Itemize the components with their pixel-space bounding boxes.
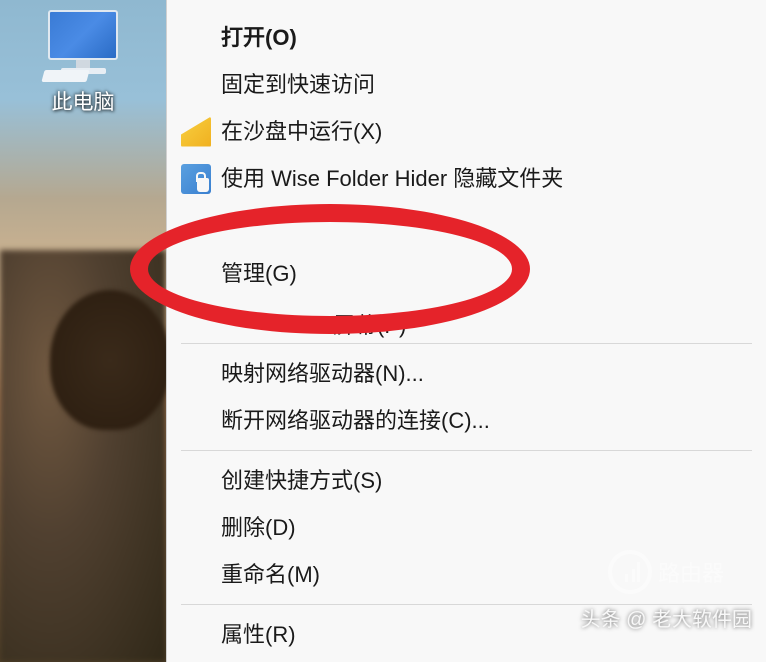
menu-item-map-drive[interactable]: 映射网络驱动器(N)... — [167, 350, 766, 397]
computer-icon — [38, 10, 128, 80]
menu-item-wise-hider[interactable]: 使用 Wise Folder Hider 隐藏文件夹 — [167, 155, 766, 202]
watermark-credit: 头条 @ 老大软件园 — [581, 603, 752, 632]
menu-label: 使用 Wise Folder Hider 隐藏文件夹 — [221, 166, 563, 191]
watermark-logo: 路由器 — [608, 547, 758, 597]
menu-separator — [181, 343, 752, 344]
menu-label: 在沙盘中运行(X) — [221, 119, 382, 144]
menu-item-sandbox-run[interactable]: 在沙盘中运行(X) — [167, 108, 766, 155]
background-blur-shape — [50, 290, 170, 430]
folder-lock-icon — [181, 164, 211, 194]
router-icon — [608, 550, 652, 594]
sandbox-icon — [181, 117, 211, 147]
watermark-logo-text: 路由器 — [658, 556, 724, 588]
menu-item-delete[interactable]: 删除(D) — [167, 504, 766, 551]
menu-item-pin-quick-access[interactable]: 固定到快速访问 — [167, 61, 766, 108]
menu-separator — [181, 450, 752, 451]
partial-obscured-menu-text: 屏幕(P) — [333, 308, 406, 340]
menu-item-open[interactable]: 打开(O) — [167, 14, 766, 61]
menu-item-create-shortcut[interactable]: 创建快捷方式(S) — [167, 457, 766, 504]
obscured-menu-area-2 — [167, 297, 766, 337]
menu-item-disconnect-drive[interactable]: 断开网络驱动器的连接(C)... — [167, 397, 766, 444]
this-pc-desktop-icon[interactable]: 此电脑 — [28, 10, 138, 116]
desktop-icon-label: 此电脑 — [28, 86, 138, 116]
menu-item-manage[interactable]: 管理(G) — [167, 250, 766, 297]
obscured-menu-area — [167, 202, 766, 250]
